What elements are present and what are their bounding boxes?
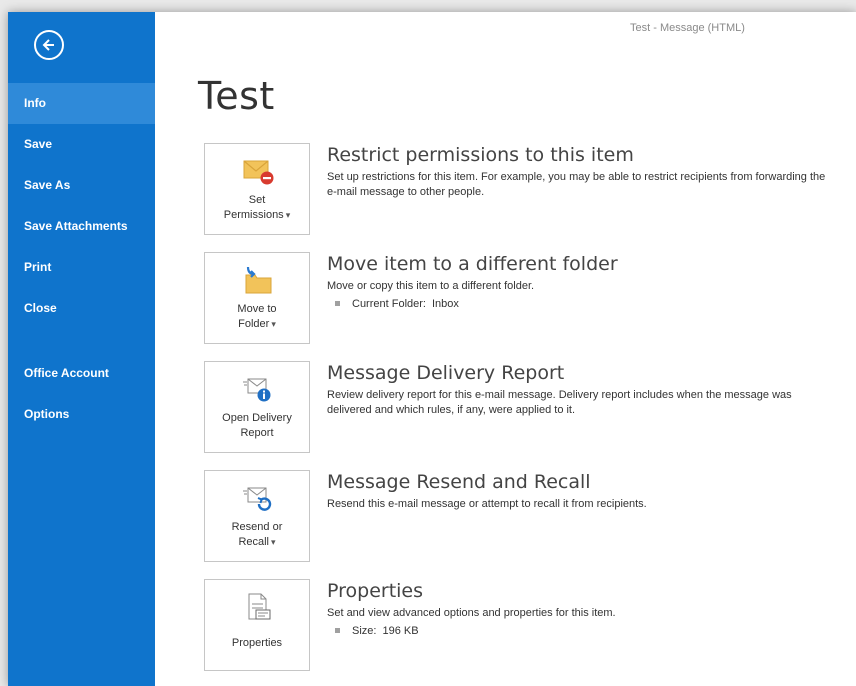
resend-recall-icon (243, 487, 272, 511)
backstage-sidebar: Info Save Save As Save Attachments Print… (8, 12, 155, 686)
set-permissions-label: Set Permissions ▾ (223, 194, 291, 221)
move-to-folder-button[interactable]: Move to Folder ▾ (204, 252, 310, 344)
section-heading: Move item to a different folder (327, 253, 618, 275)
section-description: Move or copy this item to a different fo… (327, 280, 535, 292)
chevron-down-icon: ▾ (271, 319, 276, 329)
section-description: Set and view advanced options and proper… (327, 607, 616, 619)
size-info: Size: 196 KB (327, 625, 827, 637)
chevron-down-icon: ▾ (271, 537, 276, 547)
bullet-icon (335, 628, 340, 634)
folder-move-icon (245, 266, 272, 294)
move-to-folder-label: Move to Folder ▾ (237, 303, 277, 330)
chevron-down-icon: ▾ (285, 210, 291, 220)
resend-or-recall-button[interactable]: Resend or Recall ▾ (204, 470, 310, 562)
nav-item-print[interactable]: Print (8, 247, 155, 288)
section-description: Set up restrictions for this item. For e… (327, 171, 826, 198)
bullet-icon (335, 301, 340, 307)
section-properties: Properties Properties Set and view advan… (204, 579, 844, 675)
section-delivery-report: Open Delivery Report Message Delivery Re… (204, 361, 844, 457)
backstage-nav: Info Save Save As Save Attachments Print… (8, 83, 155, 435)
section-restrict-permissions: Set Permissions ▾ Restrict permissions to… (204, 143, 844, 239)
section-heading: Restrict permissions to this item (327, 144, 634, 166)
delivery-report-text: Message Delivery Report Review delivery … (327, 361, 827, 418)
nav-item-office-account[interactable]: Office Account (8, 353, 155, 394)
properties-document-icon (248, 593, 271, 620)
section-heading: Message Delivery Report (327, 362, 565, 384)
nav-item-save[interactable]: Save (8, 124, 155, 165)
open-delivery-report-button[interactable]: Open Delivery Report (204, 361, 310, 453)
resend-recall-text: Message Resend and Recall Resend this e-… (327, 470, 827, 512)
backstage-window: Info Save Save As Save Attachments Print… (8, 12, 856, 686)
nav-item-save-as[interactable]: Save As (8, 165, 155, 206)
properties-button[interactable]: Properties (204, 579, 310, 671)
section-description: Review delivery report for this e-mail m… (327, 389, 792, 416)
back-arrow-icon (42, 39, 54, 51)
properties-tile-label: Properties (231, 637, 283, 649)
restrict-permissions-text: Restrict permissions to this item Set up… (327, 143, 827, 200)
current-folder-value: Inbox (431, 298, 459, 310)
envelope-restricted-icon (243, 160, 274, 185)
nav-item-close[interactable]: Close (8, 288, 155, 329)
nav-item-options[interactable]: Options (8, 394, 155, 435)
current-folder-label: Current Folder: (352, 298, 426, 310)
page-title: Test (198, 74, 275, 118)
current-folder-info: Current Folder: Inbox (327, 298, 827, 310)
section-description: Resend this e-mail message or attempt to… (327, 498, 647, 510)
move-item-text: Move item to a different folder Move or … (327, 252, 827, 310)
back-button[interactable] (34, 30, 64, 60)
section-heading: Properties (327, 580, 424, 602)
nav-item-save-attachments[interactable]: Save Attachments (8, 206, 155, 247)
nav-item-info[interactable]: Info (8, 83, 155, 124)
properties-text: Properties Set and view advanced options… (327, 579, 827, 637)
window-title: Test - Message (HTML) (630, 22, 745, 34)
size-label: Size: (352, 625, 377, 637)
section-resend-recall: Resend or Recall ▾ Message Resend and Rec… (204, 470, 844, 566)
section-move-item: Move to Folder ▾ Move item to a different… (204, 252, 844, 348)
size-value: 196 KB (382, 625, 419, 637)
delivery-report-icon (243, 378, 271, 402)
section-heading: Message Resend and Recall (327, 471, 591, 493)
set-permissions-button[interactable]: Set Permissions ▾ (204, 143, 310, 235)
nav-separator (8, 329, 155, 353)
open-delivery-report-label: Open Delivery Report (222, 412, 292, 439)
resend-or-recall-label: Resend or Recall ▾ (231, 521, 283, 548)
